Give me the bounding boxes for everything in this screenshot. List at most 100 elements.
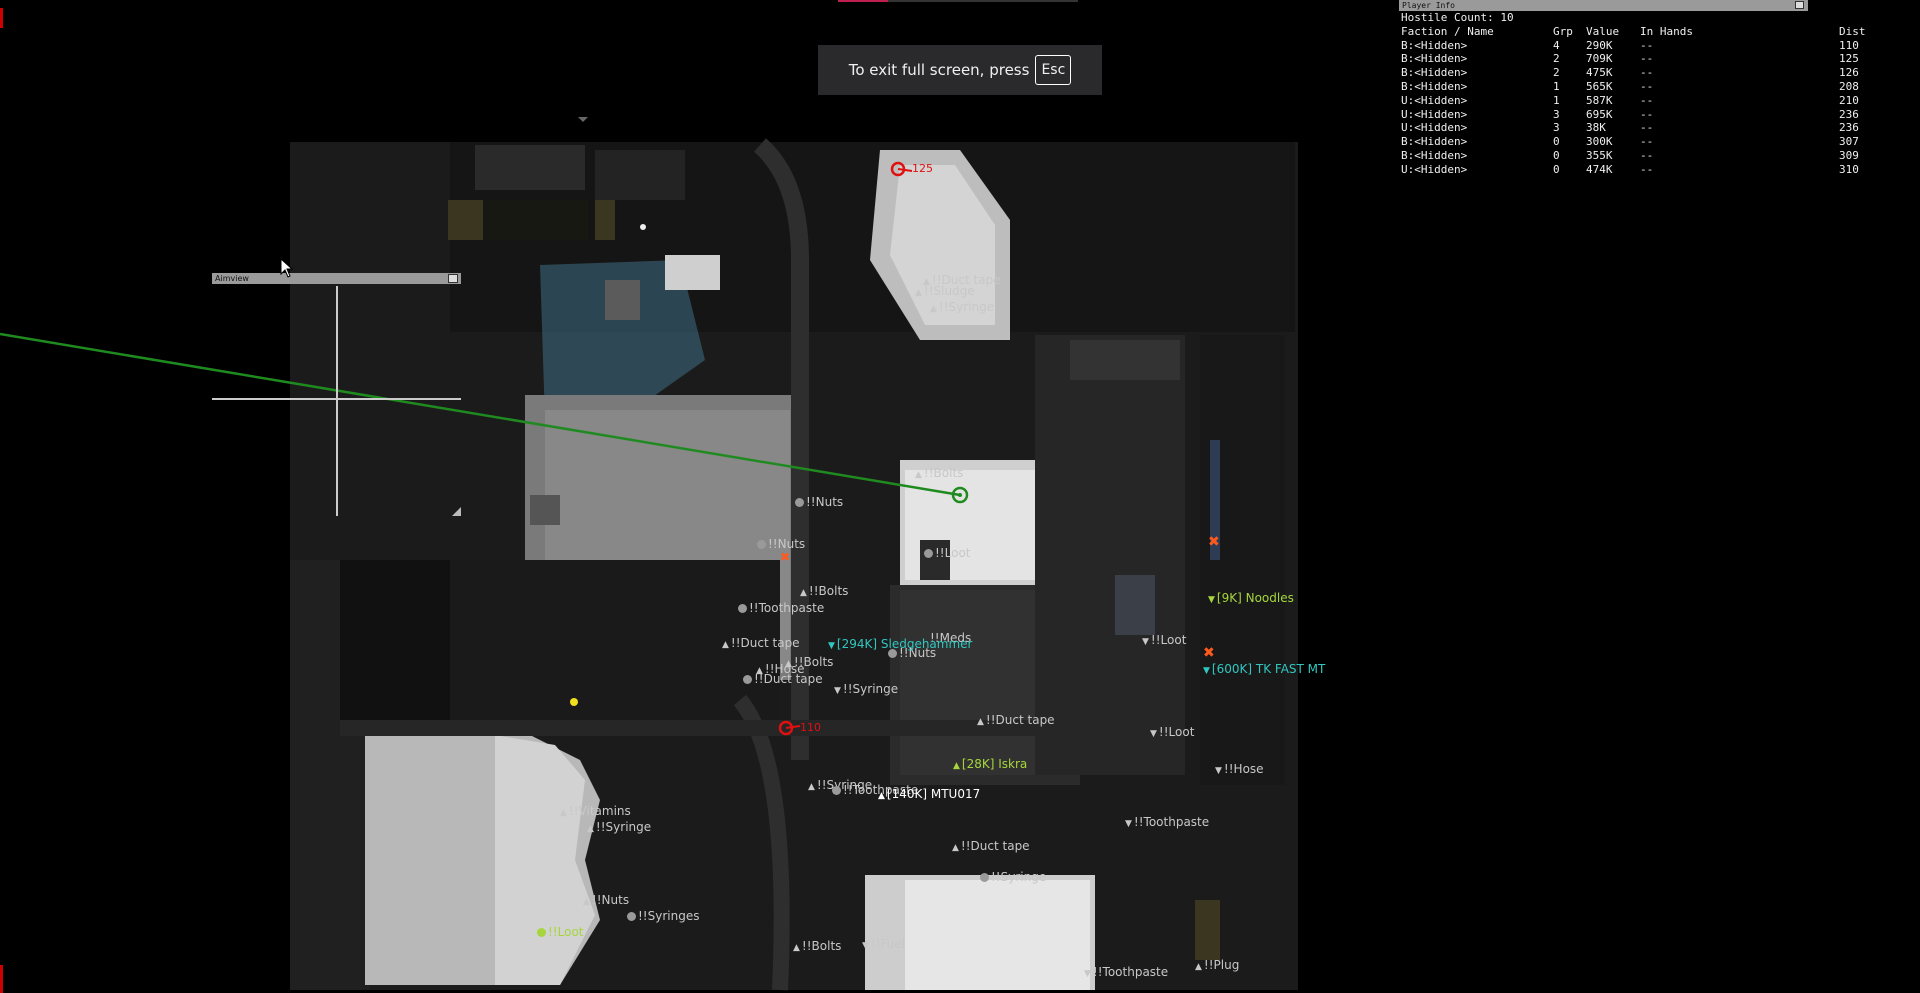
cell-hands: -- (1640, 107, 1654, 121)
player-info-panel[interactable]: Player Info Hostile Count: 10 Faction / … (1399, 0, 1866, 185)
cell-name: U:<Hidden> (1401, 107, 1468, 121)
loot-label: ▲ !!Duct tape (952, 839, 1030, 853)
player-marker-iskra[interactable]: ▲ [28K] Iskra (953, 757, 1027, 773)
cell-value: 475K (1586, 66, 1613, 80)
triangle-icon: ▼ (1150, 729, 1157, 739)
loot-label: ▲ !!Sludge (915, 284, 975, 298)
triangle-icon: ▼ (1215, 766, 1222, 776)
triangle-icon: ▼ (1142, 637, 1149, 647)
player-info-title: Player Info (1402, 1, 1455, 10)
table-row: B:<Hidden> 4 290K -- 110 (1399, 38, 1859, 53)
triangle-icon: ▼ (1125, 819, 1132, 829)
svg-text:✖: ✖ (780, 550, 790, 564)
triangle-icon: ▲ (915, 470, 922, 480)
loot-label: ▼ !!Syringe (834, 682, 899, 696)
cell-dist: 210 (1839, 93, 1859, 107)
cell-name: U:<Hidden> (1401, 93, 1468, 107)
aimview-title: Aimview (215, 274, 249, 283)
cell-dist: 310 (1839, 162, 1859, 176)
enemy-distance-label: 110 (800, 721, 821, 734)
player-marker-mtu017[interactable]: ▲ [140K] MTU017 (878, 787, 980, 803)
loot-label: ▲ !!Bolts (793, 939, 842, 953)
cell-value: 355K (1586, 148, 1613, 162)
toast-text: To exit full screen, press (848, 61, 1030, 79)
minimize-icon[interactable] (1795, 1, 1804, 9)
cell-dist: 110 (1839, 38, 1859, 52)
triangle-up-icon: ▲ (953, 761, 960, 771)
top-left-red-mark (0, 8, 3, 28)
cell-dist: 125 (1839, 52, 1859, 66)
player-info-titlebar[interactable]: Player Info (1399, 0, 1808, 11)
triangle-icon: ▲ (800, 588, 807, 598)
cell-value: 587K (1586, 93, 1613, 107)
triangle-icon: ▲ (977, 717, 984, 727)
resize-handle-icon[interactable] (452, 507, 461, 516)
bottom-left-red-mark (0, 965, 3, 993)
cell-name: B:<Hidden> (1401, 52, 1468, 66)
loot-label: !!Nuts (757, 537, 805, 551)
cell-name: B:<Hidden> (1401, 38, 1468, 52)
triangle-icon: ▲ (560, 808, 567, 818)
loot-label: ▼ !!Toothpaste (1125, 815, 1210, 829)
cell-hands: -- (1640, 79, 1654, 93)
cell-hands: -- (1640, 162, 1654, 176)
dot-icon (537, 928, 546, 937)
aimview-titlebar[interactable]: Aimview (212, 273, 461, 284)
cell-value: 290K (1586, 38, 1613, 52)
loot-label: !!Loot (924, 546, 970, 560)
cell-hands: -- (1640, 135, 1654, 149)
cell-grp: 2 (1553, 66, 1560, 80)
loot-label: ▲ !!Plug (1195, 958, 1240, 972)
hostile-count: Hostile Count: 10 (1401, 11, 1514, 24)
mouse-cursor-icon (280, 258, 294, 278)
cell-value: 300K (1586, 135, 1613, 149)
loot-label: ▲ !!Bolts (800, 584, 849, 598)
cell-value: 38K (1586, 121, 1606, 135)
cell-dist: 236 (1839, 107, 1859, 121)
cell-value: 695K (1586, 107, 1613, 121)
col-faction: Faction / Name (1401, 24, 1494, 38)
triangle-icon: ▼ (834, 686, 841, 696)
cell-dist: 208 (1839, 79, 1859, 93)
loot-label: !!Syringe (980, 870, 1046, 884)
triangle-down-icon: ▼ (1208, 595, 1215, 605)
cell-dist: 236 (1839, 121, 1859, 135)
player-marker-sledgehammer[interactable]: ▼ [294K] Sledgehammer (828, 637, 972, 653)
triangle-icon: ▼ (862, 941, 869, 951)
cell-grp: 0 (1553, 162, 1560, 176)
triangle-icon: ▲ (587, 824, 594, 834)
player-marker-tk-fast[interactable]: ▼ [600K] TK FAST MT (1203, 662, 1325, 678)
triangle-icon: ▲ (930, 304, 937, 314)
cell-name: B:<Hidden> (1401, 66, 1468, 80)
minimize-icon[interactable] (448, 274, 458, 283)
loot-label: ▲ !!Vitamins (560, 804, 631, 818)
triangle-down-icon: ▼ (1203, 666, 1210, 676)
loot-label: ▼ !!Fuel (862, 937, 906, 951)
table-row: B:<Hidden> 0 300K -- 307 (1399, 135, 1859, 149)
aimview-window[interactable]: Aimview (212, 273, 461, 516)
dot-icon (757, 540, 766, 549)
player-marker-noodles[interactable]: ▼ [9K] Noodles (1208, 591, 1294, 607)
cell-hands: -- (1640, 52, 1654, 66)
loot-label: ▼ !!Hose (1215, 762, 1264, 776)
loot-label-highlight: !!Loot (537, 925, 583, 939)
cell-name: U:<Hidden> (1401, 162, 1468, 176)
table-row: U:<Hidden> 3 38K -- 236 (1399, 121, 1859, 135)
cell-name: B:<Hidden> (1401, 148, 1468, 162)
loot-label: !!Duct tape (743, 672, 823, 686)
dot-icon (795, 498, 804, 507)
col-grp: Grp (1553, 24, 1573, 38)
cell-grp: 3 (1553, 121, 1560, 135)
loot-label: ▲ !!Duct tape (977, 713, 1055, 727)
cell-dist: 307 (1839, 135, 1859, 149)
loot-label: ▲ !!Bolts (915, 466, 964, 480)
cell-hands: -- (1640, 148, 1654, 162)
cell-hands: -- (1640, 66, 1654, 80)
table-row: B:<Hidden> 2 475K -- 126 (1399, 66, 1859, 80)
cell-hands: -- (1640, 38, 1654, 52)
cell-grp: 1 (1553, 79, 1560, 93)
cell-grp: 3 (1553, 107, 1560, 121)
cell-hands: -- (1640, 93, 1654, 107)
col-hands: In Hands (1640, 24, 1693, 38)
cell-grp: 4 (1553, 38, 1560, 52)
